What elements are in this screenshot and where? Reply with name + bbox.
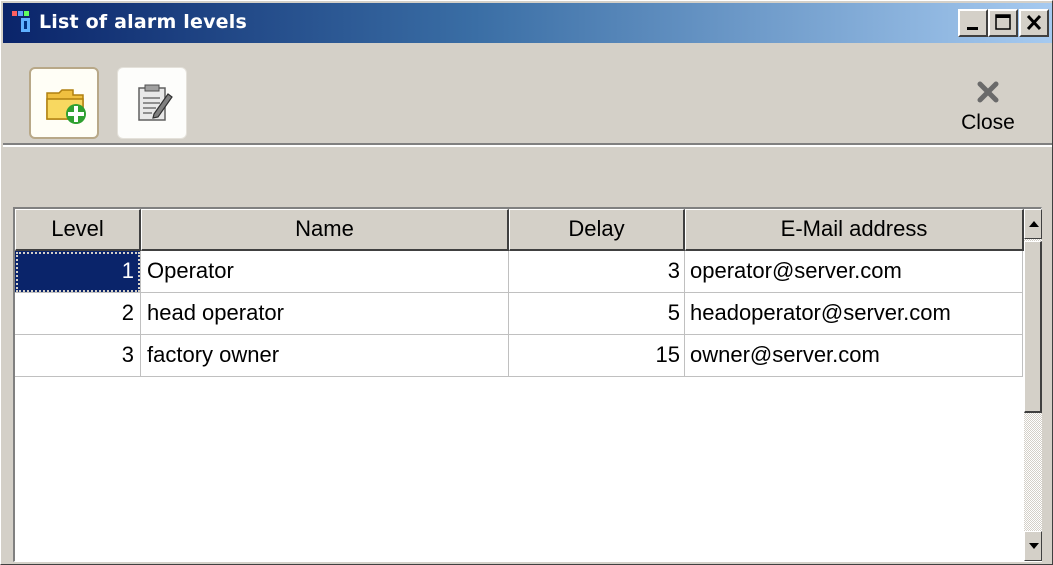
column-header-email[interactable]: E-Mail address [685,209,1024,251]
close-icon [1026,14,1042,31]
cell-level[interactable]: 1 [15,251,141,293]
app-icon [12,11,30,32]
close-label: Close [961,111,1015,134]
cell-email[interactable]: owner@server.com [685,335,1023,377]
folder-add-icon [46,89,86,124]
cell-email[interactable]: operator@server.com [685,251,1023,293]
minimize-button[interactable] [958,9,988,37]
edit-level-button[interactable] [117,67,187,139]
alarm-levels-window: List of alarm levels Close Level Name De… [0,0,1053,565]
arrow-up-icon [1029,221,1039,227]
cell-level[interactable]: 2 [15,293,141,335]
maximize-button[interactable] [988,9,1018,37]
title-close-button[interactable] [1019,9,1049,37]
cell-delay[interactable]: 15 [509,335,685,377]
cell-name[interactable]: Operator [141,251,509,293]
scroll-up-button[interactable] [1024,209,1042,239]
scroll-down-button[interactable] [1024,531,1042,561]
cell-level[interactable]: 3 [15,335,141,377]
table-header: Level Name Delay E-Mail address [15,209,1024,251]
cell-delay[interactable]: 3 [509,251,685,293]
maximize-icon [995,14,1011,30]
arrow-down-icon [1029,543,1039,549]
column-header-delay[interactable]: Delay [509,209,685,251]
close-button[interactable]: Close [943,71,1033,141]
cell-delay[interactable]: 5 [509,293,685,335]
scroll-thumb[interactable] [1024,241,1042,413]
column-header-name[interactable]: Name [141,209,509,251]
cell-name[interactable]: factory owner [141,335,509,377]
table-row[interactable]: 2 head operator 5 headoperator@server.co… [15,293,1023,335]
title-bar[interactable]: List of alarm levels [3,3,1052,43]
minimize-icon [967,27,978,30]
column-header-level[interactable]: Level [15,209,141,251]
table-row[interactable]: 1 Operator 3 operator@server.com [15,251,1023,293]
window-title: List of alarm levels [39,11,247,33]
add-level-button[interactable] [29,67,99,139]
clipboard-edit-icon [138,84,173,121]
cell-name[interactable]: head operator [141,293,509,335]
vertical-scrollbar[interactable] [1024,209,1042,561]
alarm-levels-table: Level Name Delay E-Mail address 1 Operat… [13,207,1042,562]
table-row[interactable]: 3 factory owner 15 owner@server.com [15,335,1023,377]
toolbar: Close [3,45,1052,147]
x-icon [977,81,999,103]
cell-email[interactable]: headoperator@server.com [685,293,1023,335]
